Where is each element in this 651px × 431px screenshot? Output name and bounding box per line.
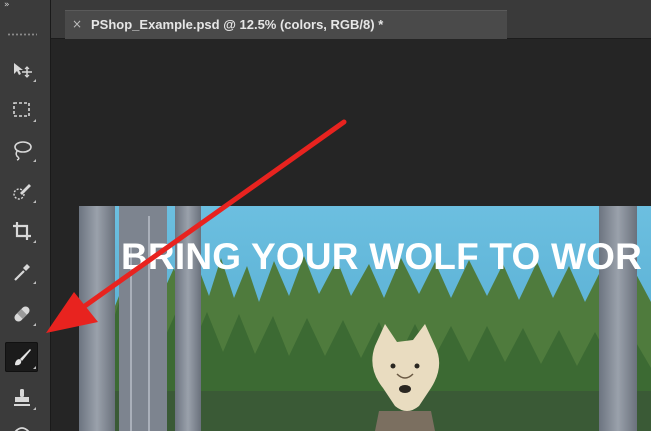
quick-selection-icon — [13, 184, 31, 200]
marquee-tool[interactable] — [5, 95, 38, 125]
tools-panel: » — [0, 0, 51, 431]
canvas-workspace[interactable]: BRING YOUR WOLF TO WOR — [51, 39, 651, 431]
brush-tool[interactable] — [5, 342, 38, 372]
move-icon — [14, 63, 32, 78]
lasso-icon — [14, 141, 32, 161]
close-icon[interactable]: × — [72, 17, 82, 31]
crop-icon — [13, 222, 31, 240]
document-tab[interactable]: × PShop_Example.psd @ 12.5% (colors, RGB… — [65, 10, 507, 39]
rectangular-marquee-icon — [13, 102, 30, 117]
crop-tool[interactable] — [5, 216, 38, 246]
eyedropper-icon — [14, 264, 30, 281]
spot-healing-tool[interactable] — [5, 299, 38, 329]
eyedropper-tool[interactable] — [5, 257, 38, 287]
document-canvas[interactable]: BRING YOUR WOLF TO WOR — [79, 206, 651, 431]
panel-grip[interactable] — [7, 33, 37, 36]
document-tab-bar: × PShop_Example.psd @ 12.5% (colors, RGB… — [51, 0, 651, 39]
brush-icon — [15, 349, 31, 366]
lasso-tool[interactable] — [5, 135, 38, 165]
bandage-icon — [14, 306, 30, 322]
collapse-panel-icon[interactable]: » — [4, 1, 10, 10]
quick-selection-tool[interactable] — [5, 176, 38, 206]
move-tool[interactable] — [5, 55, 38, 85]
history-brush-icon — [14, 427, 30, 431]
clone-stamp-tool[interactable] — [5, 383, 38, 413]
stamp-icon — [14, 389, 30, 406]
poster-headline: BRING YOUR WOLF TO WOR — [121, 236, 643, 277]
history-brush-tool[interactable] — [5, 418, 38, 431]
photoshop-window: » × PShop_Example.psd @ 12.5% (colors, R… — [0, 0, 651, 431]
document-tab-title: PShop_Example.psd @ 12.5% (colors, RGB/8… — [91, 17, 384, 32]
